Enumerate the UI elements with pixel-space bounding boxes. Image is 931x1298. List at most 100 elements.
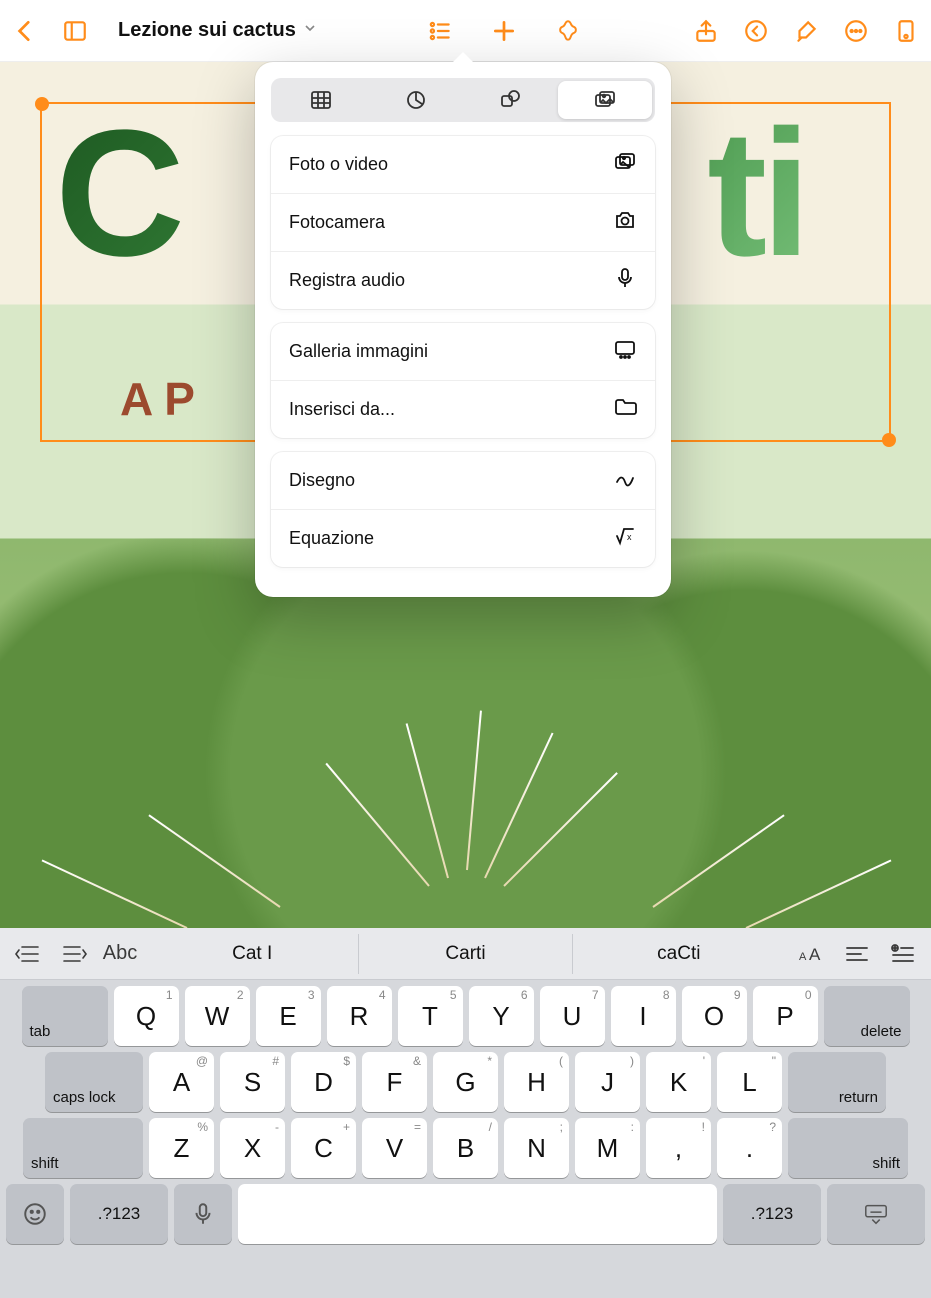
abc-button[interactable]: Abc bbox=[100, 934, 140, 974]
sidebar-icon[interactable] bbox=[60, 16, 90, 46]
indent-right-icon[interactable] bbox=[54, 934, 94, 974]
text-size-icon[interactable]: AA bbox=[791, 934, 831, 974]
menu-label: Foto o video bbox=[289, 154, 388, 175]
key-d[interactable]: $D bbox=[291, 1052, 356, 1112]
insert-popover: Foto o video Fotocamera Registra audio G… bbox=[255, 62, 671, 597]
chevron-down-icon bbox=[302, 19, 318, 42]
menu-label: Fotocamera bbox=[289, 212, 385, 233]
subtitle-left: A P bbox=[120, 373, 195, 425]
key-z[interactable]: %Z bbox=[149, 1118, 214, 1178]
menu-equation[interactable]: Equazione x bbox=[271, 510, 655, 567]
document-title-text: Lezione sui cactus bbox=[118, 19, 296, 42]
document-title[interactable]: Lezione sui cactus bbox=[118, 19, 318, 42]
menu-label: Galleria immagini bbox=[289, 341, 428, 362]
indent-left-icon[interactable] bbox=[8, 934, 48, 974]
menu-insert-from[interactable]: Inserisci da... bbox=[271, 381, 655, 438]
key-r[interactable]: 4R bbox=[327, 986, 392, 1046]
key-delete[interactable]: delete bbox=[824, 986, 910, 1046]
key-space[interactable] bbox=[238, 1184, 717, 1244]
key-f[interactable]: &F bbox=[362, 1052, 427, 1112]
document-options-icon[interactable] bbox=[891, 16, 921, 46]
menu-photo-video[interactable]: Foto o video bbox=[271, 136, 655, 194]
key-symbols-left[interactable]: .?123 bbox=[70, 1184, 168, 1244]
more-icon[interactable] bbox=[841, 16, 871, 46]
key-b[interactable]: /B bbox=[433, 1118, 498, 1178]
key-k[interactable]: 'K bbox=[646, 1052, 711, 1112]
key-shift-right[interactable]: shift bbox=[788, 1118, 908, 1178]
insert-block-icon[interactable] bbox=[883, 934, 923, 974]
menu-image-gallery[interactable]: Galleria immagini bbox=[271, 323, 655, 381]
undo-icon[interactable] bbox=[741, 16, 771, 46]
tab-shapes-icon[interactable] bbox=[463, 81, 558, 119]
key-g[interactable]: *G bbox=[433, 1052, 498, 1112]
key-l[interactable]: "L bbox=[717, 1052, 782, 1112]
suggestion-1[interactable]: Cat I bbox=[146, 934, 358, 974]
key-comma[interactable]: !, bbox=[646, 1118, 711, 1178]
menu-group-2: Galleria immagini Inserisci da... bbox=[271, 323, 655, 438]
key-capslock[interactable]: caps lock bbox=[45, 1052, 143, 1112]
key-e[interactable]: 3E bbox=[256, 986, 321, 1046]
key-s[interactable]: #S bbox=[220, 1052, 285, 1112]
key-shift-left[interactable]: shift bbox=[23, 1118, 143, 1178]
key-p[interactable]: 0P bbox=[753, 986, 818, 1046]
suggestions-bar: Cat I Carti caCti bbox=[146, 934, 785, 974]
key-j[interactable]: )J bbox=[575, 1052, 640, 1112]
key-x[interactable]: -X bbox=[220, 1118, 285, 1178]
menu-label: Disegno bbox=[289, 470, 355, 491]
key-o[interactable]: 9O bbox=[682, 986, 747, 1046]
key-i[interactable]: 8I bbox=[611, 986, 676, 1046]
key-y[interactable]: 6Y bbox=[469, 986, 534, 1046]
suggestion-2[interactable]: Carti bbox=[358, 934, 571, 974]
folder-icon bbox=[613, 395, 637, 424]
share-icon[interactable] bbox=[691, 16, 721, 46]
insert-category-segmented bbox=[271, 78, 655, 122]
key-period[interactable]: ?. bbox=[717, 1118, 782, 1178]
menu-group-1: Foto o video Fotocamera Registra audio bbox=[271, 136, 655, 309]
svg-text:A: A bbox=[799, 951, 807, 963]
svg-text:A: A bbox=[809, 945, 821, 964]
insert-plus-icon[interactable] bbox=[489, 16, 519, 46]
menu-drawing[interactable]: Disegno bbox=[271, 452, 655, 510]
selection-handle-bottom-right[interactable] bbox=[882, 433, 896, 447]
selection-handle-top-left[interactable] bbox=[35, 97, 49, 111]
key-return[interactable]: return bbox=[788, 1052, 886, 1112]
mic-icon bbox=[613, 266, 637, 295]
suggestion-3[interactable]: caCti bbox=[572, 934, 785, 974]
keyboard: Abc Cat I Carti caCti AA tab 1Q 2W 3E 4R… bbox=[0, 928, 931, 1298]
menu-record-audio[interactable]: Registra audio bbox=[271, 252, 655, 309]
key-m[interactable]: :M bbox=[575, 1118, 640, 1178]
menu-label: Equazione bbox=[289, 528, 374, 549]
format-brush-icon[interactable] bbox=[791, 16, 821, 46]
camera-icon bbox=[613, 208, 637, 237]
key-u[interactable]: 7U bbox=[540, 986, 605, 1046]
key-dismiss-keyboard[interactable] bbox=[827, 1184, 925, 1244]
key-a[interactable]: @A bbox=[149, 1052, 214, 1112]
key-w[interactable]: 2W bbox=[185, 986, 250, 1046]
keyboard-toolbar: Abc Cat I Carti caCti AA bbox=[0, 928, 931, 980]
outline-icon[interactable] bbox=[425, 16, 455, 46]
apple-intelligence-icon[interactable] bbox=[553, 16, 583, 46]
tab-media-icon[interactable] bbox=[558, 81, 653, 119]
key-c[interactable]: +C bbox=[291, 1118, 356, 1178]
key-q[interactable]: 1Q bbox=[114, 986, 179, 1046]
app-root: Lezione sui cactus bbox=[0, 0, 931, 1298]
photos-icon bbox=[613, 150, 637, 179]
gallery-icon bbox=[613, 337, 637, 366]
tab-tables-icon[interactable] bbox=[274, 81, 369, 119]
key-v[interactable]: =V bbox=[362, 1118, 427, 1178]
key-t[interactable]: 5T bbox=[398, 986, 463, 1046]
menu-camera[interactable]: Fotocamera bbox=[271, 194, 655, 252]
key-dictation[interactable] bbox=[174, 1184, 232, 1244]
key-h[interactable]: (H bbox=[504, 1052, 569, 1112]
svg-text:x: x bbox=[627, 532, 632, 542]
key-symbols-right[interactable]: .?123 bbox=[723, 1184, 821, 1244]
key-n[interactable]: ;N bbox=[504, 1118, 569, 1178]
equation-icon: x bbox=[613, 524, 637, 553]
menu-label: Inserisci da... bbox=[289, 399, 395, 420]
key-emoji[interactable] bbox=[6, 1184, 64, 1244]
tab-charts-icon[interactable] bbox=[369, 81, 464, 119]
key-tab[interactable]: tab bbox=[22, 986, 108, 1046]
back-icon[interactable] bbox=[10, 16, 40, 46]
align-icon[interactable] bbox=[837, 934, 877, 974]
menu-label: Registra audio bbox=[289, 270, 405, 291]
